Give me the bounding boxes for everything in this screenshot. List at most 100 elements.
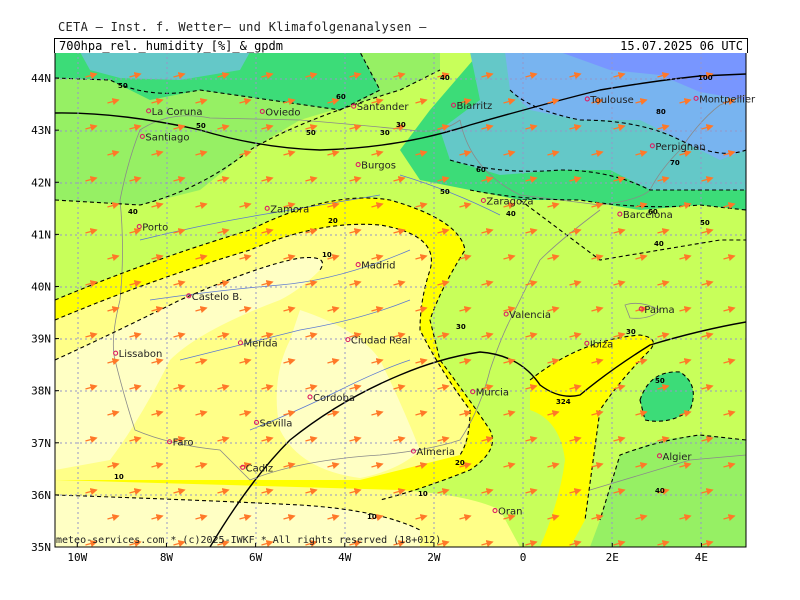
city-label: Oran: [498, 507, 522, 518]
contour-label: 50: [118, 82, 128, 90]
city-marker: Perpignan: [649, 142, 706, 153]
longitude-label: 4E: [695, 551, 708, 564]
city-marker: Almeria: [410, 447, 455, 458]
contour-label: 30: [626, 328, 636, 336]
city-label: Cadiz: [246, 463, 274, 474]
city-marker: Cordoba: [307, 393, 355, 404]
city-label: Madrid: [361, 261, 395, 272]
copyright-footer: meteo-services.com * (c)2025-IWKF * All …: [56, 535, 442, 546]
contour-label: 80: [656, 108, 666, 116]
contour-label: 70: [670, 159, 680, 167]
longitude-axis: 10W 8W 6W 4W 2W 0 2E 4E: [67, 551, 708, 564]
latitude-label: 44N: [31, 72, 51, 85]
city-label: Almeria: [416, 447, 455, 458]
city-label: Sevilla: [260, 418, 293, 429]
latitude-axis: 44N 43N 42N 41N 40N 39N 38N 37N 36N 35N: [31, 72, 51, 554]
city-marker: Montpellier: [693, 94, 756, 105]
city-marker: Lissabon: [113, 349, 163, 360]
contour-label: 50: [306, 129, 316, 137]
contour-label: 40: [128, 208, 138, 216]
city-label: Cordoba: [313, 393, 355, 404]
city-marker: Cadiz: [240, 463, 274, 474]
contour-label: 50: [700, 219, 710, 227]
latitude-label: 40N: [31, 280, 51, 293]
map-title: 700hpa_rel._humidity_[%]_&_gpdm: [59, 39, 283, 53]
latitude-label: 43N: [31, 124, 51, 137]
weather-map: 50 50 60 50 30 30 40 60 50 40 80 100 70 …: [31, 51, 756, 564]
city-label: Merida: [243, 339, 277, 350]
latitude-label: 41N: [31, 228, 51, 241]
city-label: Montpellier: [699, 94, 756, 105]
city-label: Algier: [663, 452, 693, 463]
contour-label: 40: [655, 487, 665, 495]
longitude-label: 8W: [160, 551, 174, 564]
contour-label: 50: [196, 122, 206, 130]
valid-time: 15.07.2025 06 UTC: [620, 39, 743, 53]
latitude-label: 39N: [31, 333, 51, 346]
city-label: Biarritz: [457, 101, 493, 112]
latitude-label: 35N: [31, 541, 51, 554]
contour-label: 40: [506, 210, 516, 218]
contour-label: 50: [655, 377, 665, 385]
city-label: Perpignan: [655, 142, 705, 153]
city-marker: Oviedo: [259, 107, 300, 118]
city-marker: Oran: [492, 507, 522, 518]
city-marker: Toulouse: [584, 95, 634, 106]
city-marker: La Coruna: [146, 107, 203, 118]
contour-label: 10: [322, 251, 332, 259]
city-marker: Palma: [638, 305, 675, 316]
longitude-label: 10W: [67, 551, 87, 564]
city-label: Oviedo: [265, 107, 300, 118]
city-label: Murcia: [476, 388, 509, 399]
city-label: Toulouse: [589, 95, 633, 106]
longitude-label: 2W: [427, 551, 441, 564]
city-marker: Porto: [136, 223, 168, 234]
contour-label: 30: [380, 129, 390, 137]
city-marker: Castelo B.: [186, 292, 242, 303]
city-label: Faro: [173, 438, 194, 449]
city-label: Burgos: [361, 161, 396, 172]
city-marker: Merida: [237, 339, 278, 350]
city-marker: Santiago: [139, 132, 189, 143]
contour-label: 40: [654, 240, 664, 248]
longitude-label: 6W: [249, 551, 263, 564]
contour-label: 30: [396, 121, 406, 129]
contour-label: 50: [440, 188, 450, 196]
city-marker: Burgos: [355, 161, 396, 172]
map-page: CETA — Inst. f. Wetter— und Klimafolgena…: [0, 0, 800, 600]
contour-label: 30: [456, 323, 466, 331]
city-label: Palma: [644, 305, 674, 316]
city-label: Porto: [142, 223, 168, 234]
city-marker: Biarritz: [451, 101, 493, 112]
latitude-label: 42N: [31, 176, 51, 189]
city-marker: Murcia: [470, 388, 509, 399]
city-marker: Barcelona: [617, 210, 673, 221]
city-marker: Santander: [351, 102, 410, 113]
city-label: Barcelona: [623, 210, 673, 221]
longitude-label: 0: [520, 551, 527, 564]
contour-label: 40: [440, 74, 450, 82]
city-marker: Valencia: [503, 310, 551, 321]
contour-label: 10: [367, 513, 377, 521]
city-marker: Zaragoza: [480, 197, 533, 208]
latitude-label: 38N: [31, 385, 51, 398]
city-marker: Zamora: [264, 204, 309, 215]
city-marker: Algier: [656, 452, 693, 463]
contour-label: 10: [114, 473, 124, 481]
contour-label: 20: [328, 217, 338, 225]
city-label: Lissabon: [119, 349, 163, 360]
contour-label: 10: [418, 490, 428, 498]
city-label: La Coruna: [152, 107, 203, 118]
contour-label: 60: [336, 93, 346, 101]
map-title-bar: 700hpa_rel._humidity_[%]_&_gpdm 15.07.20…: [54, 38, 748, 53]
city-label: Valencia: [509, 310, 551, 321]
longitude-label: 4W: [338, 551, 352, 564]
contour-label: 100: [698, 74, 713, 82]
contour-label: 324: [556, 398, 571, 406]
latitude-label: 36N: [31, 489, 51, 502]
city-label: Ibiza: [590, 339, 613, 350]
city-label: Santiago: [145, 132, 189, 143]
city-marker: Ciudad Real: [345, 336, 411, 347]
longitude-label: 2E: [606, 551, 619, 564]
city-label: Santander: [357, 102, 410, 113]
